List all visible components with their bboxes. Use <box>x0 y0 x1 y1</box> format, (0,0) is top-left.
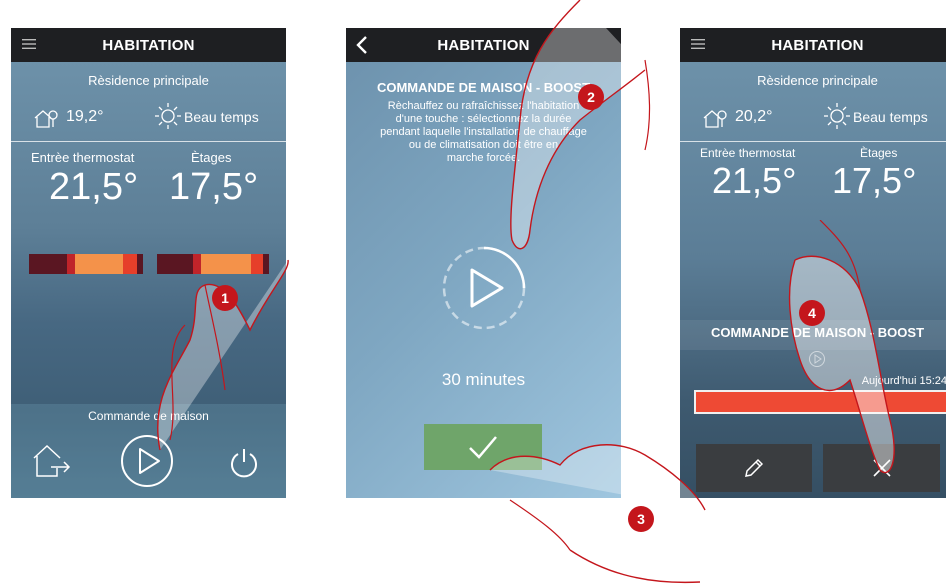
step-badge: 4 <box>799 300 825 326</box>
pencil-icon <box>745 458 764 477</box>
top-bar: HABITATION <box>680 28 946 62</box>
boost-heading: COMMANDE DE MAISON - BOOST <box>710 325 925 340</box>
zone2-label: Ètages <box>860 146 898 160</box>
confirm-button[interactable] <box>424 424 542 470</box>
outdoor-temperature: 19,2° <box>66 108 104 125</box>
boost-description: Rèchauffez ou rafraîchissez l'habitation… <box>346 100 621 165</box>
house-pin-icon <box>34 110 58 128</box>
weather-label: Beau temps <box>184 109 259 125</box>
play-icon[interactable] <box>118 432 176 490</box>
zone2-temperature: 17,5° <box>169 166 259 208</box>
step-badge: 1 <box>212 285 238 311</box>
boost-play-button[interactable] <box>438 242 530 334</box>
play-icon <box>809 351 825 367</box>
description-line: pendant laquelle l'installation de chauf… <box>380 126 587 138</box>
phone-screen-home-boost: HABITATION Rèsidence principale 20,2° Be… <box>680 28 946 498</box>
zone1-label: Entrèe thermostat <box>700 146 796 160</box>
zone1-temperature: 21,5° <box>712 160 797 201</box>
outdoor-temperature: 20,2° <box>735 108 773 125</box>
page-title: HABITATION <box>102 37 195 54</box>
residence-label: Rèsidence principale <box>88 73 209 88</box>
top-bar: HABITATION <box>346 28 621 62</box>
page-title: HABITATION <box>437 37 530 54</box>
phone-screen-home: HABITATION Rèsidence principale 19,2° Be… <box>11 28 286 498</box>
home-screen: Rèsidence principale 19,2° Beau temps En… <box>11 62 286 498</box>
zone2-temperature: 17,5° <box>832 160 917 201</box>
step-badge: 3 <box>628 506 654 532</box>
duration-label: 30 minutes <box>441 370 526 389</box>
description-line: marche forcée. <box>446 152 521 164</box>
page-title: HABITATION <box>771 37 864 54</box>
close-icon <box>872 459 891 477</box>
zone2-label: Ètages <box>191 150 232 165</box>
residence-label: Rèsidence principale <box>757 73 878 88</box>
cancel-boost-button[interactable] <box>823 444 940 492</box>
divider <box>11 141 286 142</box>
footer-label: Commande de maison <box>88 409 209 423</box>
zone1-temperature: 21,5° <box>49 166 139 208</box>
edit-button[interactable] <box>696 444 812 492</box>
boost-time: Aujourd'hui 15:24 <box>861 375 946 387</box>
zone2-gauge <box>157 254 269 274</box>
description-line: ou de climatisation doit être en <box>408 139 559 151</box>
exit-house-icon[interactable] <box>29 440 73 480</box>
boost-screen: COMMANDE DE MAISON - BOOST Rèchauffez ou… <box>346 62 621 498</box>
house-pin-icon <box>703 110 727 128</box>
description-line: d'une touche : sélectionnez la durée <box>395 113 572 125</box>
weather-label: Beau temps <box>853 109 928 125</box>
divider <box>680 141 946 142</box>
sun-icon <box>824 103 850 129</box>
top-bar: HABITATION <box>11 28 286 62</box>
zone1-gauge <box>29 254 143 274</box>
boost-progress-bar <box>696 392 946 412</box>
power-icon[interactable] <box>227 446 261 480</box>
step-badge: 2 <box>578 84 604 110</box>
home-screen: Rèsidence principale 20,2° Beau temps En… <box>680 62 946 498</box>
zone1-label: Entrèe thermostat <box>31 150 135 165</box>
check-icon <box>469 436 497 459</box>
sun-icon <box>155 103 181 129</box>
